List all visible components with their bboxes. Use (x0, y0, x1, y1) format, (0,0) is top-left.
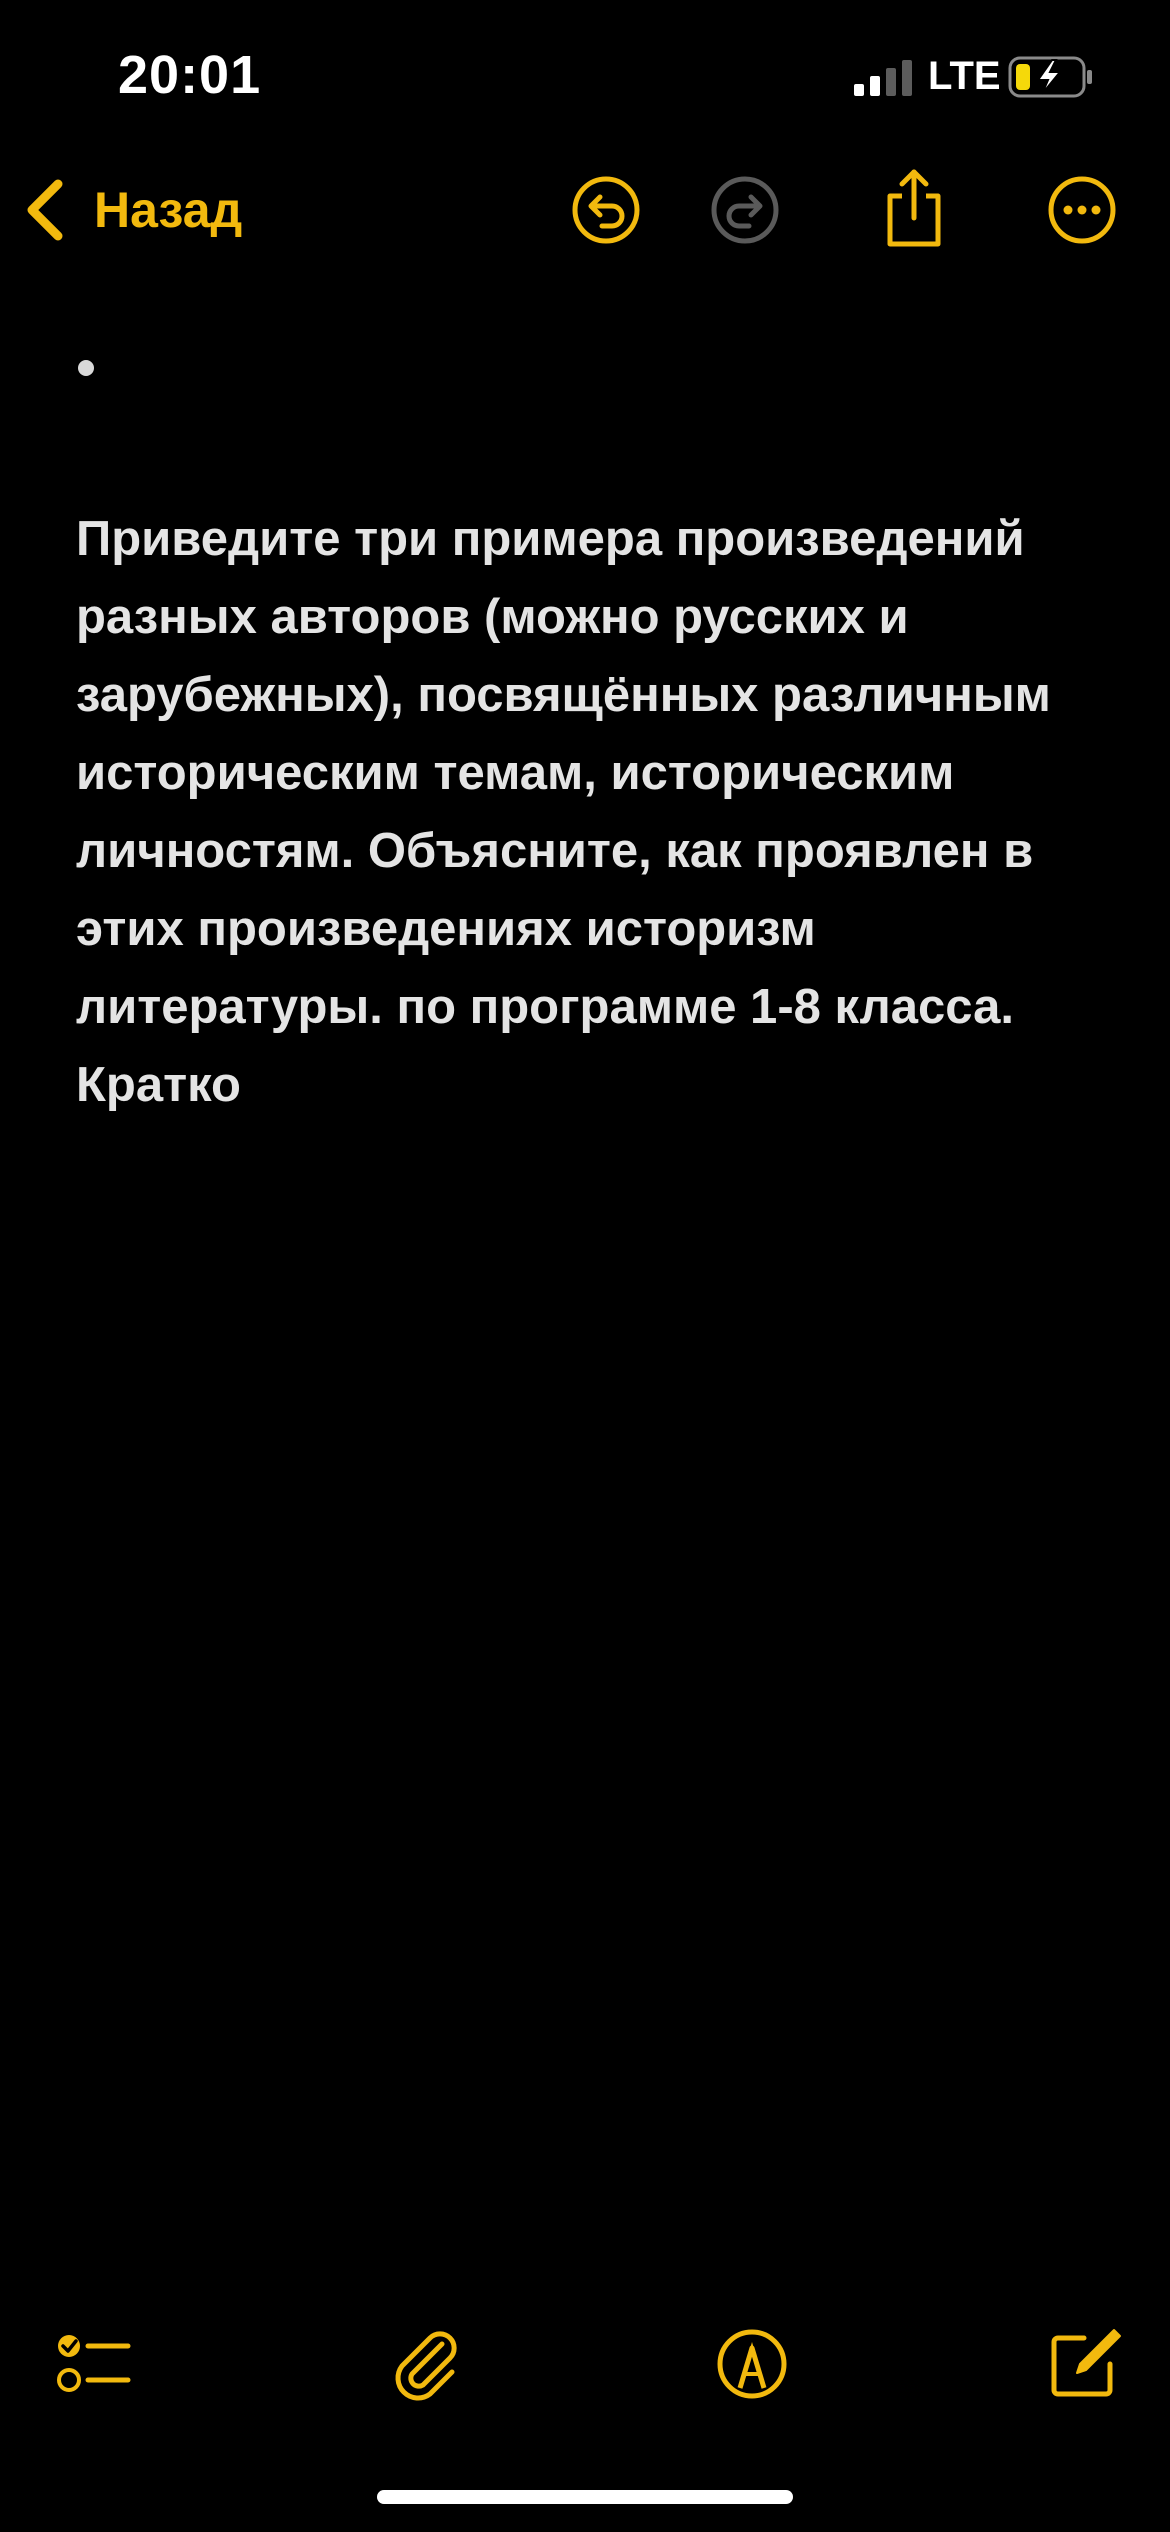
markup-icon[interactable] (712, 2324, 792, 2404)
home-indicator[interactable] (377, 2490, 793, 2504)
cellular-signal-icon (854, 60, 912, 96)
attachment-icon[interactable] (386, 2324, 466, 2404)
more-icon[interactable] (1046, 174, 1118, 246)
checklist-icon[interactable] (52, 2324, 132, 2404)
status-time: 20:01 (118, 45, 262, 105)
nav-bar: Назад (0, 150, 1170, 270)
status-bar: 20:01 LTE (0, 0, 1170, 150)
chevron-left-icon (27, 179, 63, 241)
battery-charging-icon (1008, 56, 1092, 98)
back-label: Назад (94, 182, 243, 238)
bottom-toolbar (0, 2300, 1170, 2430)
back-button[interactable]: Назад (22, 172, 242, 248)
share-icon[interactable] (878, 166, 950, 250)
note-text[interactable]: Приведите три примера произведений разны… (76, 500, 1126, 1124)
compose-icon[interactable] (1044, 2324, 1124, 2404)
redo-icon[interactable] (709, 174, 781, 246)
undo-icon[interactable] (570, 174, 642, 246)
bullet-point[interactable] (78, 360, 94, 376)
network-type-label: LTE (928, 54, 1001, 98)
